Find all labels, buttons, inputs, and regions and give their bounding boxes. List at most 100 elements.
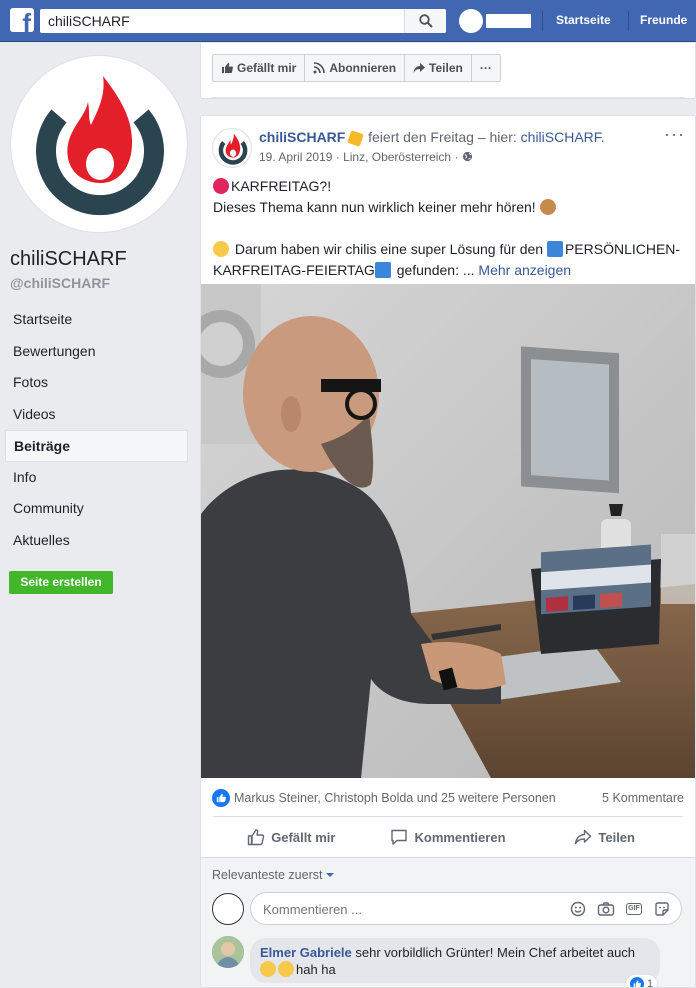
post-activity-target[interactable]: chiliSCHARF. <box>521 129 605 145</box>
party-popper-icon <box>347 130 365 147</box>
sticker-icon[interactable] <box>653 900 671 918</box>
nav-item-beitraege[interactable]: Beiträge <box>5 430 188 462</box>
nav-item-community[interactable]: Community <box>5 493 188 525</box>
post-line-4-text: KARFREITAG-FEIERTAG <box>213 262 375 278</box>
page-name[interactable]: chiliSCHARF <box>10 248 127 271</box>
right-arrow-icon <box>546 241 563 257</box>
post-author-avatar[interactable] <box>212 128 252 168</box>
post-author-name[interactable]: chiliSCHARF <box>259 129 345 145</box>
page-follow-button[interactable]: Abonnieren <box>305 55 406 81</box>
nav-item-aktuelles[interactable]: Aktuelles <box>5 525 188 557</box>
comment-input[interactable] <box>263 899 553 919</box>
search-input[interactable] <box>40 9 404 33</box>
post-actions: Gefällt mir Kommentieren Teilen <box>213 820 683 854</box>
page-share-button[interactable]: Teilen <box>405 55 472 81</box>
page-share-label: Teilen <box>429 61 463 75</box>
post-options-button[interactable]: ··· <box>664 124 685 145</box>
see-more-link[interactable]: Mehr anzeigen <box>478 262 571 278</box>
comment-sort-dropdown[interactable]: Relevanteste zuerst <box>212 868 335 882</box>
comment-author[interactable]: Elmer Gabriele <box>260 945 352 960</box>
like-reaction-icon <box>212 789 230 807</box>
search-icon <box>419 14 433 28</box>
comment-bubble: Elmer Gabriele sehr vorbildlich Grünter!… <box>250 938 660 983</box>
comments-count[interactable]: 5 Kommentare <box>602 791 684 805</box>
friends-link[interactable]: Freunde <box>640 13 687 27</box>
post-comment-label: Kommentieren <box>414 829 506 845</box>
post-line-1: KARFREITAG?! <box>213 176 688 197</box>
post-meta: 19. April 2019 · Linz, Oberösterreich · <box>259 150 473 164</box>
post-header: chiliSCHARF feiert den Freitag – hier: c… <box>259 129 605 147</box>
page-nav: Startseite Bewertungen Fotos Videos Beit… <box>5 304 188 556</box>
user-name-redacted[interactable] <box>486 14 531 28</box>
search-box <box>40 9 446 33</box>
comment-input-icons: GIF <box>569 900 671 918</box>
comment-like-count[interactable]: 1 <box>626 975 658 988</box>
page-handle[interactable]: @chiliSCHARF <box>10 275 110 291</box>
see-no-evil-monkey-icon <box>539 199 556 215</box>
post-line-4-end: gefunden: ... <box>396 262 475 278</box>
grinning-face-icon <box>260 961 276 977</box>
post-line-2-text: Dieses Thema kann nun wirklich keiner me… <box>213 199 536 215</box>
post-like-button[interactable]: Gefällt mir <box>213 820 370 854</box>
top-divider <box>628 11 629 31</box>
current-user-avatar[interactable] <box>212 893 244 925</box>
share-arrow-icon <box>575 829 592 845</box>
divider <box>211 97 685 98</box>
more-icon: ··· <box>479 61 492 75</box>
page-like-button[interactable]: Gefällt mir <box>213 55 306 81</box>
facebook-logo-letter: f <box>22 8 31 32</box>
emoji-icon[interactable] <box>569 900 587 918</box>
chili-flame-logo-icon <box>36 76 164 216</box>
page-like-label: Gefällt mir <box>237 61 297 75</box>
page-profile-picture[interactable] <box>10 55 188 233</box>
post-activity: feiert den Freitag – hier: <box>368 129 517 145</box>
top-navigation-bar: f Startseite Freunde <box>0 0 696 42</box>
rss-icon <box>313 62 326 74</box>
post-line-3: Darum haben wir chilis eine super Lösung… <box>213 239 688 260</box>
post-line-1-text: KARFREITAG?! <box>231 178 332 194</box>
comment-bubble-icon <box>391 829 408 845</box>
post-date[interactable]: 19. April 2019 <box>259 150 332 164</box>
post-photo[interactable] <box>201 284 695 778</box>
post-share-label: Teilen <box>598 829 635 845</box>
chili-flame-logo-icon <box>218 133 248 165</box>
facebook-logo[interactable]: f <box>10 8 34 32</box>
user-avatar[interactable] <box>459 9 483 33</box>
gif-icon[interactable]: GIF <box>625 900 643 918</box>
nav-item-videos[interactable]: Videos <box>5 399 188 431</box>
post-location[interactable]: Linz, Oberösterreich <box>343 150 451 164</box>
laughing-face-icon <box>213 241 229 257</box>
comment-like-number: 1 <box>647 978 654 988</box>
post-text: KARFREITAG?! Dieses Thema kann nun wirkl… <box>213 176 688 281</box>
post-card: chiliSCHARF feiert den Freitag – hier: c… <box>200 115 696 988</box>
grinning-face-icon <box>278 961 294 977</box>
share-arrow-icon <box>413 63 426 73</box>
no-entry-icon <box>213 178 229 194</box>
comment-text: sehr vorbildlich Grünter! Mein Chef arbe… <box>355 945 636 960</box>
page-more-button[interactable]: ··· <box>472 55 500 81</box>
nav-item-info[interactable]: Info <box>5 462 188 494</box>
create-page-button[interactable]: Seite erstellen <box>9 571 113 594</box>
post-like-label: Gefällt mir <box>271 829 336 845</box>
nav-item-startseite[interactable]: Startseite <box>5 304 188 336</box>
search-button[interactable] <box>404 9 446 33</box>
camera-icon[interactable] <box>597 900 615 918</box>
commenter-avatar[interactable] <box>212 936 244 968</box>
caret-down-icon <box>326 873 335 877</box>
page-actions-bar: Gefällt mir Abonnieren Teilen ··· <box>212 54 501 82</box>
globe-icon <box>462 151 472 162</box>
home-link[interactable]: Startseite <box>556 13 611 27</box>
nav-item-bewertungen[interactable]: Bewertungen <box>5 336 188 368</box>
comment-text-end: hah ha <box>296 962 336 977</box>
post-share-button[interactable]: Teilen <box>526 820 683 854</box>
reactions-names[interactable]: Markus Steiner, Christoph Bolda und 25 w… <box>234 791 556 805</box>
post-line-2: Dieses Thema kann nun wirklich keiner me… <box>213 197 688 218</box>
photo-man-with-laptop <box>201 284 695 778</box>
comments-section: Relevanteste zuerst GIF Elmer Gabri <box>201 858 695 988</box>
page-actions-card: Gefällt mir Abonnieren Teilen ··· <box>200 43 696 99</box>
post-line-3-caps: PERSÖNLICHEN- <box>564 241 681 257</box>
thumbs-up-outline-icon <box>247 829 265 846</box>
nav-item-fotos[interactable]: Fotos <box>5 367 188 399</box>
post-comment-button[interactable]: Kommentieren <box>370 820 527 854</box>
